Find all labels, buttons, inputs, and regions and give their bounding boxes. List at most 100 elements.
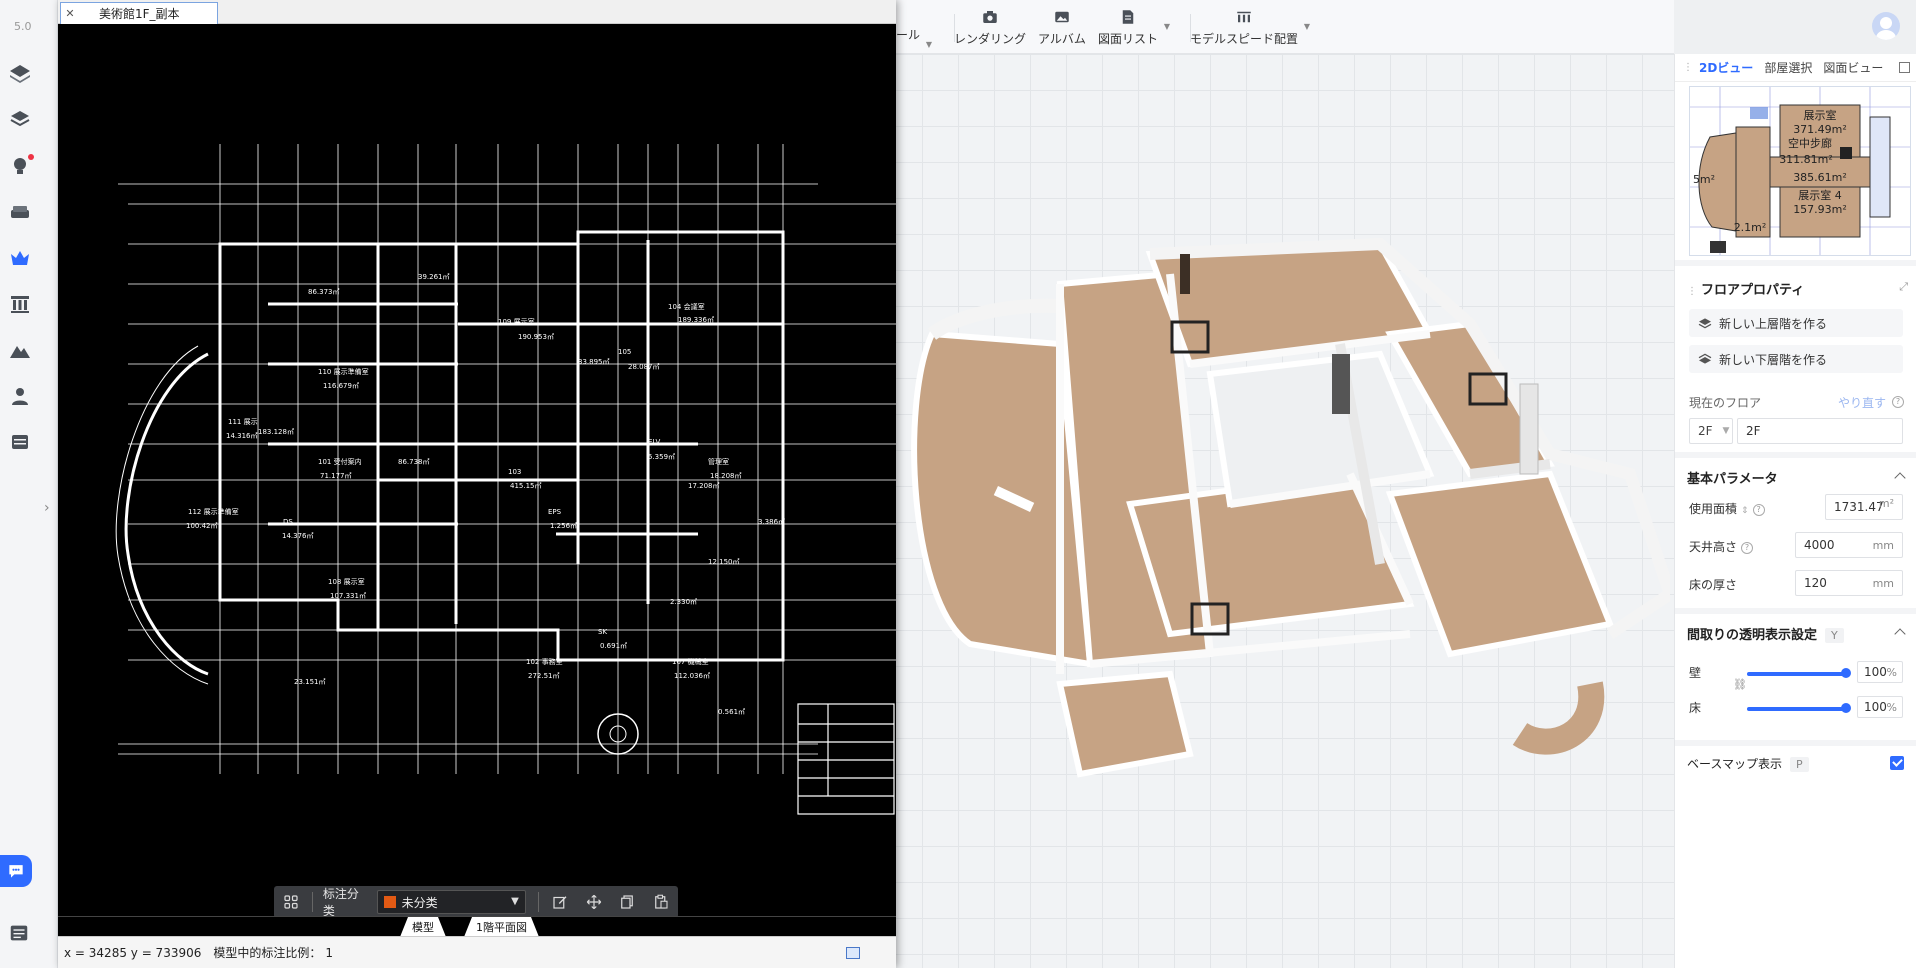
minimap-label: 展示室 4 <box>1798 188 1842 202</box>
layers-icon[interactable] <box>6 60 34 88</box>
floor-select[interactable]: 2F ▼ <box>1689 418 1733 444</box>
toolbar-speed-layout-button[interactable]: モデルスピード配置 ▼ <box>1190 8 1310 47</box>
wall-transparency-slider[interactable] <box>1747 668 1851 678</box>
room-label: 102 事務室 <box>526 657 563 666</box>
minimap-label: 371.49m² <box>1793 123 1847 136</box>
redo-button[interactable]: やり直す <box>1838 394 1886 411</box>
layout-tab-floor1[interactable]: 1階平面図 <box>464 917 539 937</box>
room-label: 86.738㎡ <box>398 458 430 466</box>
new-upper-floor-button[interactable]: 新しい上層階を作る <box>1689 309 1903 337</box>
grid-icon <box>284 895 298 909</box>
room-label: 109 展示室 <box>498 317 535 326</box>
room-label: EPS <box>548 508 562 516</box>
close-tab-icon[interactable]: ✕ <box>61 7 79 20</box>
tab-2d-view[interactable]: 2Dビュー <box>1699 59 1753 76</box>
cabinet-icon[interactable] <box>6 428 34 456</box>
grid-view-button[interactable] <box>274 886 308 916</box>
terrain-icon[interactable] <box>6 336 34 364</box>
annotation-category-label: 标注分类 <box>322 887 359 916</box>
edit-annotation-button[interactable] <box>543 886 577 916</box>
user-avatar[interactable] <box>1872 12 1900 40</box>
room-label: 23.151㎡ <box>294 678 326 686</box>
floor-name-input[interactable]: 2F <box>1737 418 1903 444</box>
room-label: 107.331㎡ <box>330 592 366 600</box>
room-label: 190.953㎡ <box>518 333 554 341</box>
copy-button[interactable] <box>610 886 644 916</box>
toolbar-drawing-list-button[interactable]: 図面リスト ▼ <box>1098 8 1170 47</box>
floor-properties-title: ⋮ フロアプロパティ <box>1687 283 1805 298</box>
room-label: ELV <box>648 438 661 446</box>
transparency-title: 間取りの透明表示設定 Y <box>1687 624 1844 643</box>
cursor-coordinates: x = 34285 y = 733906 <box>64 945 202 960</box>
dock-panel-icon[interactable] <box>1899 62 1910 73</box>
toolbar-truncated-item[interactable]: ール ▼ <box>896 26 932 49</box>
room-label: 108 展示室 <box>328 577 365 586</box>
collapse-chevron-icon[interactable] <box>1894 472 1906 484</box>
furniture-icon[interactable] <box>6 198 34 226</box>
help-icon: ? <box>1892 396 1904 408</box>
annotation-category-select[interactable]: 未分类 ▼ <box>376 890 526 914</box>
area-input[interactable]: 1731.47 m² <box>1825 494 1903 520</box>
lightbulb-icon[interactable] <box>6 152 34 180</box>
room-label: 0.561㎡ <box>718 708 745 716</box>
cad-canvas[interactable]: 86.373㎡ 39.261㎡ 109 展示室 190.953㎡ 104 会議室 189.… <box>58 24 896 916</box>
room-label: 12.150㎡ <box>708 558 740 566</box>
crown-icon[interactable] <box>6 244 34 272</box>
basic-params-title: 基本パラメータ <box>1687 472 1778 487</box>
room-label: 0.691㎡ <box>600 642 627 650</box>
link-icon[interactable]: ⛓ <box>1733 678 1747 691</box>
room-label: 272.51㎡ <box>528 672 560 680</box>
minimap-label: 157.93m² <box>1793 203 1847 216</box>
cad-tab-bar: ✕ 美術館1F_副本 <box>58 0 896 24</box>
wall-transparency-input[interactable]: 100% <box>1857 661 1903 683</box>
room-label: 管理室 <box>708 457 729 466</box>
annotation-scale-value: 1 <box>325 945 334 960</box>
album-icon <box>1055 11 1069 23</box>
notification-dot <box>28 154 34 160</box>
expand-rail-chevron-icon[interactable]: › <box>44 500 50 516</box>
minimap-label: 空中步廊 <box>1788 136 1832 150</box>
room-label: 110 展示準備室 <box>318 367 369 376</box>
window-toggle-icon[interactable] <box>846 947 860 959</box>
ceiling-height-label: 天井高さ? <box>1689 538 1754 555</box>
2d-minimap[interactable]: 展示室 371.49m² 空中步廊 311.81m² 385.61m² 展示室 … <box>1689 86 1911 256</box>
dropdown-arrow-icon: ▼ <box>511 896 519 907</box>
minimap-label: 展示室 <box>1804 108 1837 122</box>
camera-position-icon[interactable] <box>1710 241 1726 253</box>
ceiling-height-input[interactable]: 4000 mm <box>1795 532 1903 558</box>
room-label: 116.679㎡ <box>323 382 359 390</box>
minimap-label: 5m² <box>1693 173 1715 186</box>
floor-stack-icon[interactable] <box>6 104 34 132</box>
room-label: 28.087㎡ <box>628 363 660 371</box>
room-label: 5.359㎡ <box>648 453 675 461</box>
cad-document-tab[interactable]: ✕ 美術館1F_副本 <box>60 2 218 24</box>
current-floor-label: 現在のフロア <box>1689 396 1762 410</box>
chat-support-button[interactable] <box>0 855 32 887</box>
paste-button[interactable] <box>644 886 678 916</box>
room-label: 33.895㎡ <box>578 358 610 366</box>
toolbar-render-button[interactable]: レンダリング <box>954 8 1026 47</box>
minimap-label: 385.61m² <box>1793 171 1847 184</box>
drag-handle-icon[interactable]: ⋮ <box>1683 62 1693 73</box>
room-label: DS <box>283 518 293 526</box>
collapse-chevron-icon[interactable] <box>1894 628 1906 640</box>
new-lower-floor-button[interactable]: 新しい下層階を作る <box>1689 345 1903 373</box>
toolbar-album-button[interactable]: アルバム <box>1038 8 1086 47</box>
floor-transparency-input[interactable]: 100% <box>1857 696 1903 718</box>
basemap-checkbox[interactable] <box>1890 756 1904 770</box>
tab-drawing-view[interactable]: 図面ビュー <box>1823 59 1883 76</box>
tab-room-select[interactable]: 部屋選択 <box>1764 59 1812 76</box>
floor-thickness-label: 床の厚さ <box>1689 578 1738 592</box>
move-button[interactable] <box>577 886 611 916</box>
list-settings-icon[interactable] <box>8 922 30 947</box>
layout-tab-model[interactable]: 模型 <box>400 917 446 937</box>
room-label: 415.15㎡ <box>510 482 542 490</box>
section-divider <box>1675 260 1916 266</box>
expand-section-icon[interactable]: ⤢ <box>1899 280 1908 294</box>
person-icon[interactable] <box>6 382 34 410</box>
room-label: SK <box>598 628 607 636</box>
floor-transparency-slider[interactable] <box>1747 703 1851 713</box>
building-icon[interactable] <box>6 290 34 318</box>
move-icon <box>586 894 601 910</box>
floor-thickness-input[interactable]: 120 mm <box>1795 570 1903 596</box>
